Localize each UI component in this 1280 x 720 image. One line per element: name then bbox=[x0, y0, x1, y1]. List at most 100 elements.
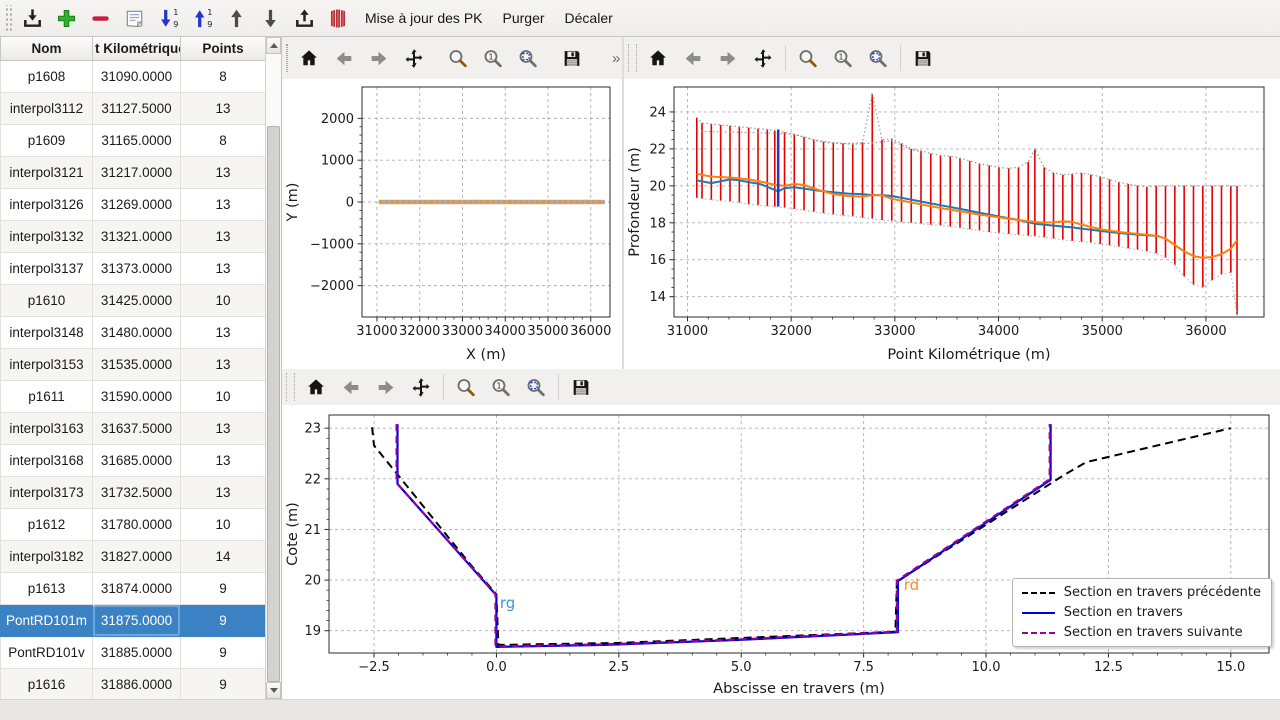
remove-button[interactable] bbox=[84, 3, 116, 33]
table-row[interactable]: interpol313731373.000013 bbox=[1, 253, 266, 285]
back-button[interactable] bbox=[676, 41, 710, 75]
scroll-up-button[interactable] bbox=[266, 37, 281, 54]
back-icon bbox=[333, 46, 355, 71]
table-row[interactable]: interpol317331732.500013 bbox=[1, 477, 266, 509]
table-row[interactable]: interpol314831480.000013 bbox=[1, 317, 266, 349]
table-row[interactable]: interpol313231321.000013 bbox=[1, 221, 266, 253]
zoom-original-button[interactable]: 1 bbox=[484, 370, 518, 404]
table-row[interactable]: interpol318231827.000014 bbox=[1, 541, 266, 573]
sections-button[interactable] bbox=[322, 3, 354, 33]
forward-icon bbox=[375, 375, 397, 400]
move-down-button[interactable] bbox=[254, 3, 286, 33]
save-button[interactable] bbox=[564, 370, 598, 404]
home-button[interactable] bbox=[641, 41, 675, 75]
scrollbar-thumb[interactable] bbox=[267, 126, 280, 682]
column-header-pk[interactable]: t Kilométrique bbox=[93, 37, 181, 61]
table-row[interactable]: interpol311231127.500013 bbox=[1, 93, 266, 125]
forward-button[interactable] bbox=[369, 370, 403, 404]
home-button[interactable] bbox=[292, 41, 326, 75]
table-row[interactable]: p161031425.000010 bbox=[1, 285, 266, 317]
scroll-down-button[interactable] bbox=[266, 682, 281, 699]
plot-toolbar-grip[interactable] bbox=[628, 44, 637, 72]
svg-text:31000: 31000 bbox=[356, 324, 397, 339]
longitudinal-plot-canvas[interactable]: 3100032000330003400035000360001416182022… bbox=[624, 79, 1280, 367]
pan-button[interactable] bbox=[746, 41, 780, 75]
table-row[interactable]: p160831090.00008 bbox=[1, 61, 266, 93]
toolbar-overflow-chevron[interactable]: » bbox=[612, 50, 620, 67]
zoom-rect-button[interactable] bbox=[511, 41, 545, 75]
cell-pk: 31217.0000 bbox=[93, 157, 181, 189]
annotation-rd: rd bbox=[904, 576, 919, 594]
main-area: Nomt KilométriquePoints p160831090.00008… bbox=[0, 37, 1280, 699]
zoom-button[interactable] bbox=[791, 41, 825, 75]
column-header-nom[interactable]: Nom bbox=[1, 37, 93, 61]
zoom-original-button[interactable]: 1 bbox=[476, 41, 510, 75]
toolbar-separator bbox=[443, 374, 444, 400]
save-button[interactable] bbox=[906, 41, 940, 75]
table-row[interactable]: p160931165.00008 bbox=[1, 125, 266, 157]
back-button[interactable] bbox=[334, 370, 368, 404]
table-row[interactable]: PontRD101v31885.00009 bbox=[1, 637, 266, 669]
cell-nom: p1608 bbox=[1, 61, 93, 93]
forward-button[interactable] bbox=[711, 41, 745, 75]
cell-points: 13 bbox=[181, 253, 266, 285]
table-row[interactable]: p161631886.00009 bbox=[1, 669, 266, 700]
sort-ascending-button[interactable]: 1 9 bbox=[186, 3, 218, 33]
table-row[interactable]: interpol312131217.000013 bbox=[1, 157, 266, 189]
cell-points: 13 bbox=[181, 93, 266, 125]
save-button[interactable] bbox=[555, 41, 589, 75]
table-row[interactable]: p161231780.000010 bbox=[1, 509, 266, 541]
svg-text:36000: 36000 bbox=[1185, 324, 1226, 339]
update-pk-button[interactable]: Mise à jour des PK bbox=[356, 3, 492, 33]
table-row[interactable]: interpol312631269.000013 bbox=[1, 189, 266, 221]
table-row[interactable]: interpol315331535.000013 bbox=[1, 349, 266, 381]
shift-button[interactable]: Décaler bbox=[556, 3, 622, 33]
home-button[interactable] bbox=[299, 370, 333, 404]
cell-points: 9 bbox=[181, 669, 266, 700]
cell-points: 9 bbox=[181, 573, 266, 605]
cell-pk: 31373.0000 bbox=[93, 253, 181, 285]
table-row[interactable]: PontRD101m31875.00009 bbox=[1, 605, 266, 637]
move-up-button[interactable] bbox=[220, 3, 252, 33]
table-row[interactable]: p161331874.00009 bbox=[1, 573, 266, 605]
cross-section-plot-canvas[interactable]: −2.50.02.55.07.510.012.515.01920212223Ab… bbox=[282, 405, 1279, 699]
column-header-points[interactable]: Points bbox=[181, 37, 266, 61]
plan-plot-toolbar: 1» bbox=[282, 37, 622, 79]
cell-nom: interpol3173 bbox=[1, 477, 93, 509]
sort-descending-button[interactable]: 1 9 bbox=[152, 3, 184, 33]
zoom-original-icon: 1 bbox=[832, 46, 854, 71]
pan-icon bbox=[403, 46, 425, 71]
svg-text:33000: 33000 bbox=[442, 324, 483, 339]
add-button[interactable] bbox=[50, 3, 82, 33]
notes-button[interactable] bbox=[118, 3, 150, 33]
plot-toolbar-grip[interactable] bbox=[286, 44, 288, 72]
pan-button[interactable] bbox=[397, 41, 431, 75]
table-row[interactable]: interpol316331637.500013 bbox=[1, 413, 266, 445]
scrollbar-trough[interactable] bbox=[266, 54, 281, 682]
purge-button[interactable]: Purger bbox=[494, 3, 554, 33]
svg-text:9: 9 bbox=[207, 19, 212, 29]
zoom-button[interactable] bbox=[449, 370, 483, 404]
pan-button[interactable] bbox=[404, 370, 438, 404]
zoom-rect-button[interactable] bbox=[519, 370, 553, 404]
plot-legend[interactable]: Section en travers précédenteSection en … bbox=[1012, 578, 1272, 647]
table-row[interactable]: interpol316831685.000013 bbox=[1, 445, 266, 477]
toolbar-grip[interactable] bbox=[4, 5, 12, 31]
table-row[interactable]: p161131590.000010 bbox=[1, 381, 266, 413]
import-button[interactable] bbox=[16, 3, 48, 33]
sections-table: Nomt KilométriquePoints p160831090.00008… bbox=[0, 37, 265, 699]
plot-toolbar-grip[interactable] bbox=[286, 373, 295, 401]
zoom-original-button[interactable]: 1 bbox=[826, 41, 860, 75]
forward-button[interactable] bbox=[362, 41, 396, 75]
zoom-button[interactable] bbox=[441, 41, 475, 75]
table-scrollbar[interactable] bbox=[265, 37, 281, 699]
zoom-rect-button[interactable] bbox=[861, 41, 895, 75]
export-button[interactable] bbox=[288, 3, 320, 33]
svg-text:20: 20 bbox=[304, 574, 321, 589]
legend-entry: Section en travers précédente bbox=[1022, 585, 1261, 600]
back-button[interactable] bbox=[327, 41, 361, 75]
toolbar-separator bbox=[785, 45, 786, 71]
plan-plot-canvas[interactable]: 310003200033000340003500036000−2000−1000… bbox=[282, 79, 620, 367]
svg-text:33000: 33000 bbox=[874, 324, 915, 339]
cell-pk: 31886.0000 bbox=[93, 669, 181, 700]
